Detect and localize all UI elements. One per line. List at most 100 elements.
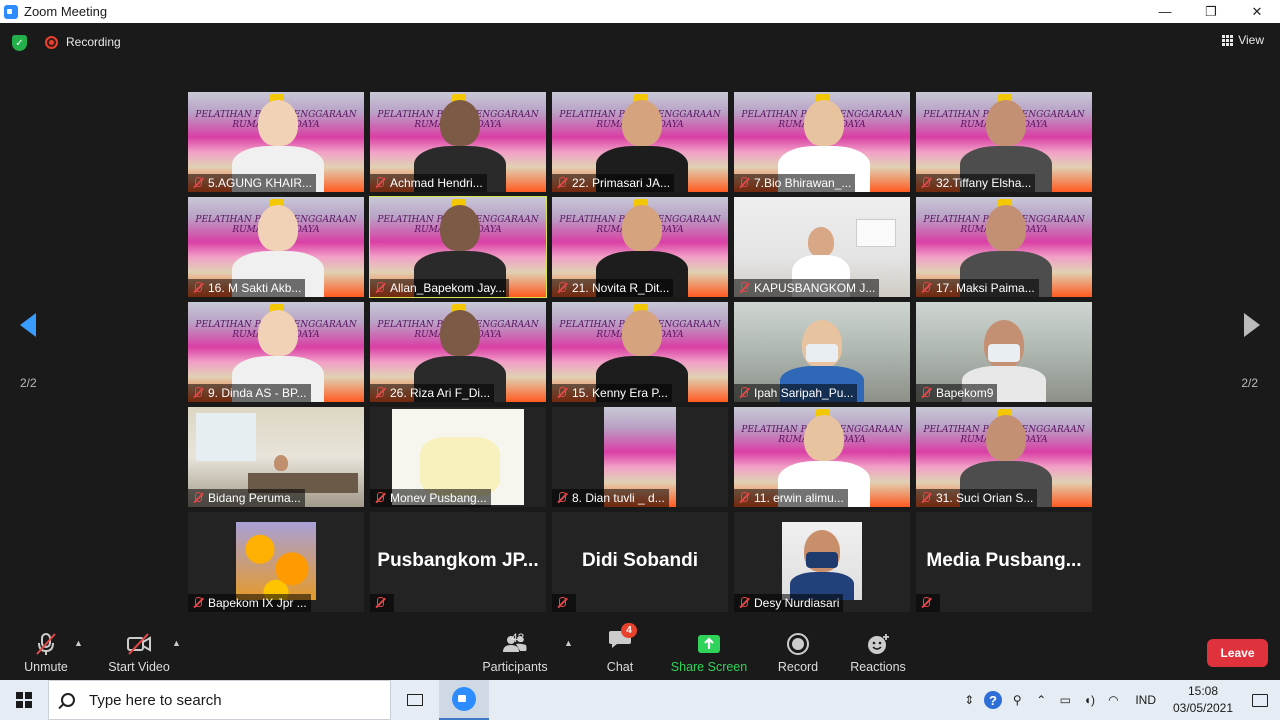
participant-name: Monev Pusbang... <box>390 491 487 505</box>
participant-tile[interactable]: Desy Nurdiasari <box>734 512 910 612</box>
participant-tile[interactable]: PELATIHAN PENYELENGGARAAN RUMAH SWADAYA1… <box>188 197 364 297</box>
notifications-button[interactable] <box>1240 680 1280 720</box>
clock-date: 03/05/2021 <box>1172 701 1234 715</box>
participant-name: 5.AGUNG KHAIR... <box>208 176 313 190</box>
help-icon[interactable]: ? <box>981 680 1005 720</box>
participant-tile[interactable]: PELATIHAN PENYELENGGARAAN RUMAH SWADAYA7… <box>734 92 910 192</box>
muted-microphone-icon <box>737 386 751 400</box>
participant-namebar: KAPUSBANGKOM J... <box>734 279 880 297</box>
people-icon[interactable]: ⚲ <box>1005 680 1029 720</box>
encryption-shield-icon[interactable]: ✓ <box>12 35 27 51</box>
unmute-button[interactable]: Unmute <box>22 628 70 680</box>
participant-tile[interactable]: PELATIHAN PENYELENGGARAAN RUMAH SWADAYA3… <box>916 407 1092 507</box>
muted-microphone-icon <box>737 281 751 295</box>
share-screen-label: Share Screen <box>670 660 748 674</box>
meeting-area: ✓ Recording View 2/2 2/2 PELATIHAN PENYE… <box>0 23 1280 680</box>
taskbar-clock[interactable]: 15:08 03/05/2021 <box>1166 683 1240 717</box>
participant-tile[interactable]: Bapekom IX Jpr ... <box>188 512 364 612</box>
view-button[interactable]: View <box>1222 33 1264 47</box>
notification-icon <box>1252 693 1268 707</box>
participant-tile[interactable]: Didi Sobandi <box>552 512 728 612</box>
participant-namebar: Desy Nurdiasari <box>734 594 844 612</box>
participant-name: 31. Suci Orian S... <box>936 491 1034 505</box>
participant-tile[interactable]: Monev Pusbang... <box>370 407 546 507</box>
task-view-button[interactable] <box>391 680 439 720</box>
tray-scroll-icon[interactable]: ⇕ <box>957 680 981 720</box>
participant-namebar: 31. Suci Orian S... <box>916 489 1038 507</box>
previous-page-arrow-icon[interactable] <box>18 305 38 345</box>
record-button[interactable]: Record <box>776 628 820 680</box>
start-video-label: Start Video <box>108 660 170 674</box>
participant-name: 26. Riza Ari F_Di... <box>390 386 491 400</box>
zoom-taskbar-button[interactable] <box>439 680 489 720</box>
window-title: Zoom Meeting <box>24 4 108 19</box>
muted-microphone-icon <box>919 281 933 295</box>
reactions-smiley-icon <box>868 634 889 654</box>
participant-tile[interactable]: Bapekom9 <box>916 302 1092 402</box>
muted-microphone-icon <box>191 491 205 505</box>
leave-button[interactable]: Leave <box>1207 639 1268 667</box>
participant-tile[interactable]: KAPUSBANGKOM J... <box>734 197 910 297</box>
battery-icon[interactable]: ▭ <box>1053 680 1077 720</box>
recording-label: Recording <box>66 35 121 49</box>
participants-count: 43 <box>511 631 525 645</box>
participant-tile[interactable]: Bidang Peruma... <box>188 407 364 507</box>
participant-name: Allan_Bapekom Jay... <box>390 281 506 295</box>
search-placeholder: Type here to search <box>89 691 222 709</box>
next-page-arrow-icon[interactable] <box>1242 305 1262 345</box>
close-button[interactable]: ✕ <box>1234 0 1280 23</box>
participant-tile[interactable]: PELATIHAN PENYELENGGARAAN RUMAH SWADAYA1… <box>734 407 910 507</box>
show-hidden-icons-chevron-icon[interactable]: ⌃ <box>1029 680 1053 720</box>
muted-microphone-icon <box>555 176 569 190</box>
audio-options-caret-icon[interactable]: ▲ <box>74 638 83 648</box>
participant-tile[interactable]: PELATIHAN PENYELENGGARAAN RUMAH SWADAYA3… <box>916 92 1092 192</box>
taskbar-search-box[interactable]: Type here to search <box>48 680 391 720</box>
restore-button[interactable]: ❐ <box>1188 0 1234 23</box>
participant-namebar: Bapekom9 <box>916 384 998 402</box>
muted-microphone-icon <box>555 596 569 610</box>
participants-label: Participants <box>482 660 548 674</box>
flower-avatar-image <box>236 522 316 600</box>
participant-namebar: Bidang Peruma... <box>188 489 305 507</box>
input-language[interactable]: IND <box>1135 693 1156 707</box>
participant-tile[interactable]: PELATIHAN PENYELENGGARAAN RUMAH SWADAYA9… <box>188 302 364 402</box>
start-video-button[interactable]: Start Video <box>106 628 172 680</box>
participant-tile[interactable]: PELATIHAN PENYELENGGARAAN RUMAH SWADAYAA… <box>369 196 547 298</box>
participant-tile[interactable]: Pusbangkom JP... <box>370 512 546 612</box>
chat-button[interactable]: 4 Chat <box>602 623 638 680</box>
minimize-button[interactable]: — <box>1142 0 1188 23</box>
participant-tile[interactable]: PELATIHAN PENYELENGGARAAN RUMAH SWADAYA5… <box>188 92 364 192</box>
zoom-app-icon <box>4 4 18 19</box>
participant-tile[interactable]: Media Pusbang... <box>916 512 1092 612</box>
participant-tile[interactable]: PELATIHAN PENYELENGGARAAN RUMAH SWADAYA1… <box>916 197 1092 297</box>
chat-label: Chat <box>606 660 634 674</box>
meeting-toolbar: Unmute ▲ Start Video ▲ 43 Participants ▲… <box>0 623 1280 680</box>
participant-namebar: 32.Tiffany Elsha... <box>916 174 1036 192</box>
participant-tile[interactable]: PELATIHAN PENYELENGGARAAN RUMAH SWADAYA2… <box>552 92 728 192</box>
volume-icon[interactable]: ◖) <box>1077 680 1101 720</box>
muted-microphone-icon <box>737 491 751 505</box>
participant-tile[interactable]: PELATIHAN PENYELENGGARAAN RUMAH SWADAYA2… <box>370 302 546 402</box>
participant-tile[interactable]: PELATIHAN PENYELENGGARAAN RUMAH SWADAYA1… <box>552 302 728 402</box>
participant-name: Ipah Saripah_Pu... <box>754 386 854 400</box>
start-button[interactable] <box>0 680 48 720</box>
microphone-muted-icon <box>36 633 56 655</box>
wifi-icon[interactable]: ◠ <box>1101 680 1125 720</box>
participant-tile[interactable]: 8. Dian tuvli _ d... <box>552 407 728 507</box>
windows-logo-icon <box>16 692 32 708</box>
muted-microphone-icon <box>191 176 205 190</box>
participant-name: 7.Bio Bhirawan_... <box>754 176 852 190</box>
participants-options-caret-icon[interactable]: ▲ <box>564 638 573 648</box>
video-off-icon <box>127 633 151 655</box>
participant-namebar: 9. Dinda AS - BP... <box>188 384 311 402</box>
video-options-caret-icon[interactable]: ▲ <box>172 638 181 648</box>
share-screen-button[interactable]: Share Screen <box>670 628 748 680</box>
reactions-button[interactable]: Reactions <box>850 628 906 680</box>
participant-tile[interactable]: PELATIHAN PENYELENGGARAAN RUMAH SWADAYAA… <box>370 92 546 192</box>
record-icon <box>787 633 809 655</box>
participant-tile[interactable]: Ipah Saripah_Pu... <box>734 302 910 402</box>
participants-button[interactable]: 43 Participants <box>482 628 548 680</box>
muted-microphone-icon <box>919 176 933 190</box>
participant-tile[interactable]: PELATIHAN PENYELENGGARAAN RUMAH SWADAYA2… <box>552 197 728 297</box>
participant-name: Bidang Peruma... <box>208 491 301 505</box>
